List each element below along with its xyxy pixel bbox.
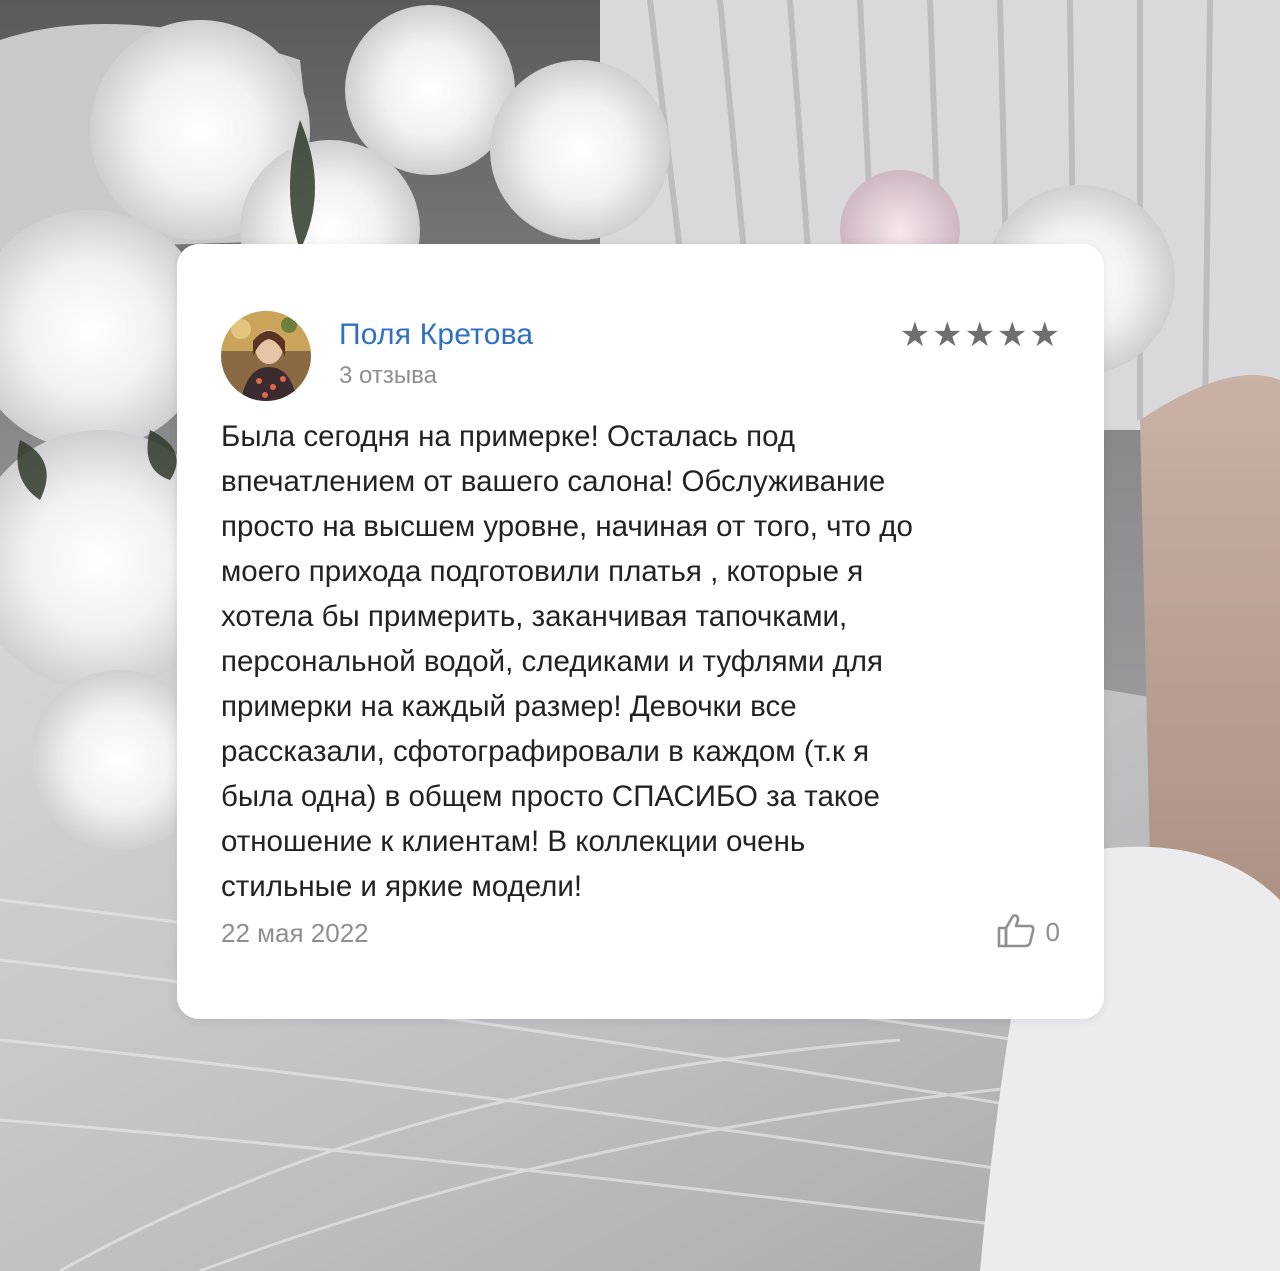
author-reviews-count[interactable]: 3 отзыва (339, 362, 437, 390)
thumbs-up-icon[interactable] (996, 912, 1036, 953)
review-text: Была сегодня на примерке! Осталась под в… (221, 420, 913, 903)
review-card: Поля Кретова 3 отзыва ★ ★ ★ ★ ★ Была сег… (177, 244, 1104, 1019)
likes-count: 0 (1045, 917, 1060, 947)
star-icon: ★ (932, 316, 963, 354)
like-button[interactable]: 0 (996, 912, 1060, 953)
review-screenshot: Поля Кретова 3 отзыва ★ ★ ★ ★ ★ Была сег… (0, 0, 1280, 1271)
star-icon: ★ (899, 316, 931, 354)
author-name[interactable]: Поля Кретова (339, 318, 533, 352)
star-icon: ★ (997, 316, 1028, 354)
review-date: 22 мая 2022 (221, 918, 369, 948)
star-icon: ★ (964, 316, 996, 354)
avatar[interactable] (221, 311, 311, 401)
rating-stars: ★ ★ ★ ★ ★ (900, 318, 1060, 352)
star-icon: ★ (1029, 316, 1060, 354)
